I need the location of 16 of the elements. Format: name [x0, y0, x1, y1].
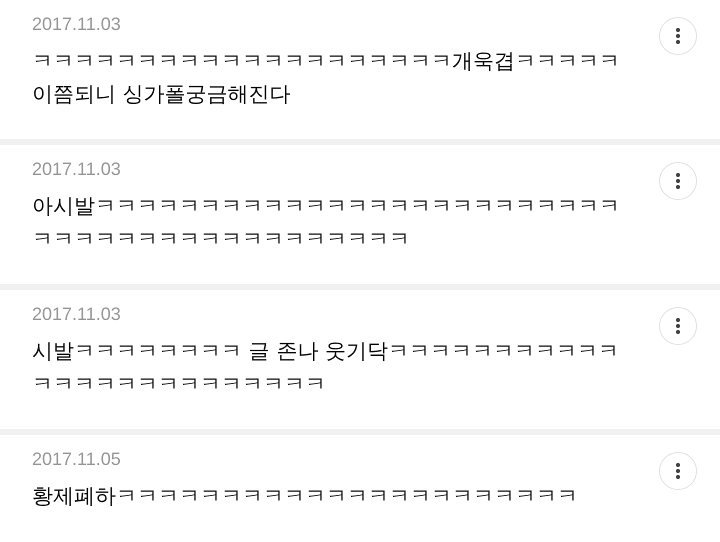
more-options-icon — [676, 318, 680, 334]
comment-date: 2017.11.03 — [32, 159, 122, 180]
comment-date: 2017.11.05 — [32, 449, 122, 470]
more-options-button[interactable] — [659, 17, 697, 55]
comment-text: 아시발ㅋㅋㅋㅋㅋㅋㅋㅋㅋㅋㅋㅋㅋㅋㅋㅋㅋㅋㅋㅋㅋㅋㅋㅋㅋㅋㅋㅋㅋㅋㅋㅋㅋㅋㅋㅋㅋㅋㅋㅋㅋㅋㅋ — [32, 193, 621, 253]
more-options-button[interactable] — [659, 162, 697, 200]
comment-text: 시발ㅋㅋㅋㅋㅋㅋㅋㅋ 글 존나 웃기닥ㅋㅋㅋㅋㅋㅋㅋㅋㅋㅋㅋㅋㅋㅋㅋㅋㅋㅋㅋㅋㅋㅋㅋㅋㅋ — [32, 338, 620, 398]
comment-text: 황제폐하ㅋㅋㅋㅋㅋㅋㅋㅋㅋㅋㅋㅋㅋㅋㅋㅋㅋㅋㅋㅋㅋㅋ — [32, 483, 579, 510]
comment-date: 2017.11.03 — [32, 304, 122, 325]
more-options-button[interactable] — [659, 307, 697, 345]
more-options-icon — [676, 463, 680, 479]
more-options-icon — [676, 173, 680, 189]
more-options-icon — [676, 28, 680, 44]
more-options-button[interactable] — [659, 452, 697, 490]
comment-text: ㅋㅋㅋㅋㅋㅋㅋㅋㅋㅋㅋㅋㅋㅋㅋㅋㅋㅋㅋㅋ개욱겹ㅋㅋㅋㅋㅋ이쯤되니 싱가폴궁금해진다 — [32, 48, 621, 108]
comment-date: 2017.11.03 — [32, 14, 122, 35]
